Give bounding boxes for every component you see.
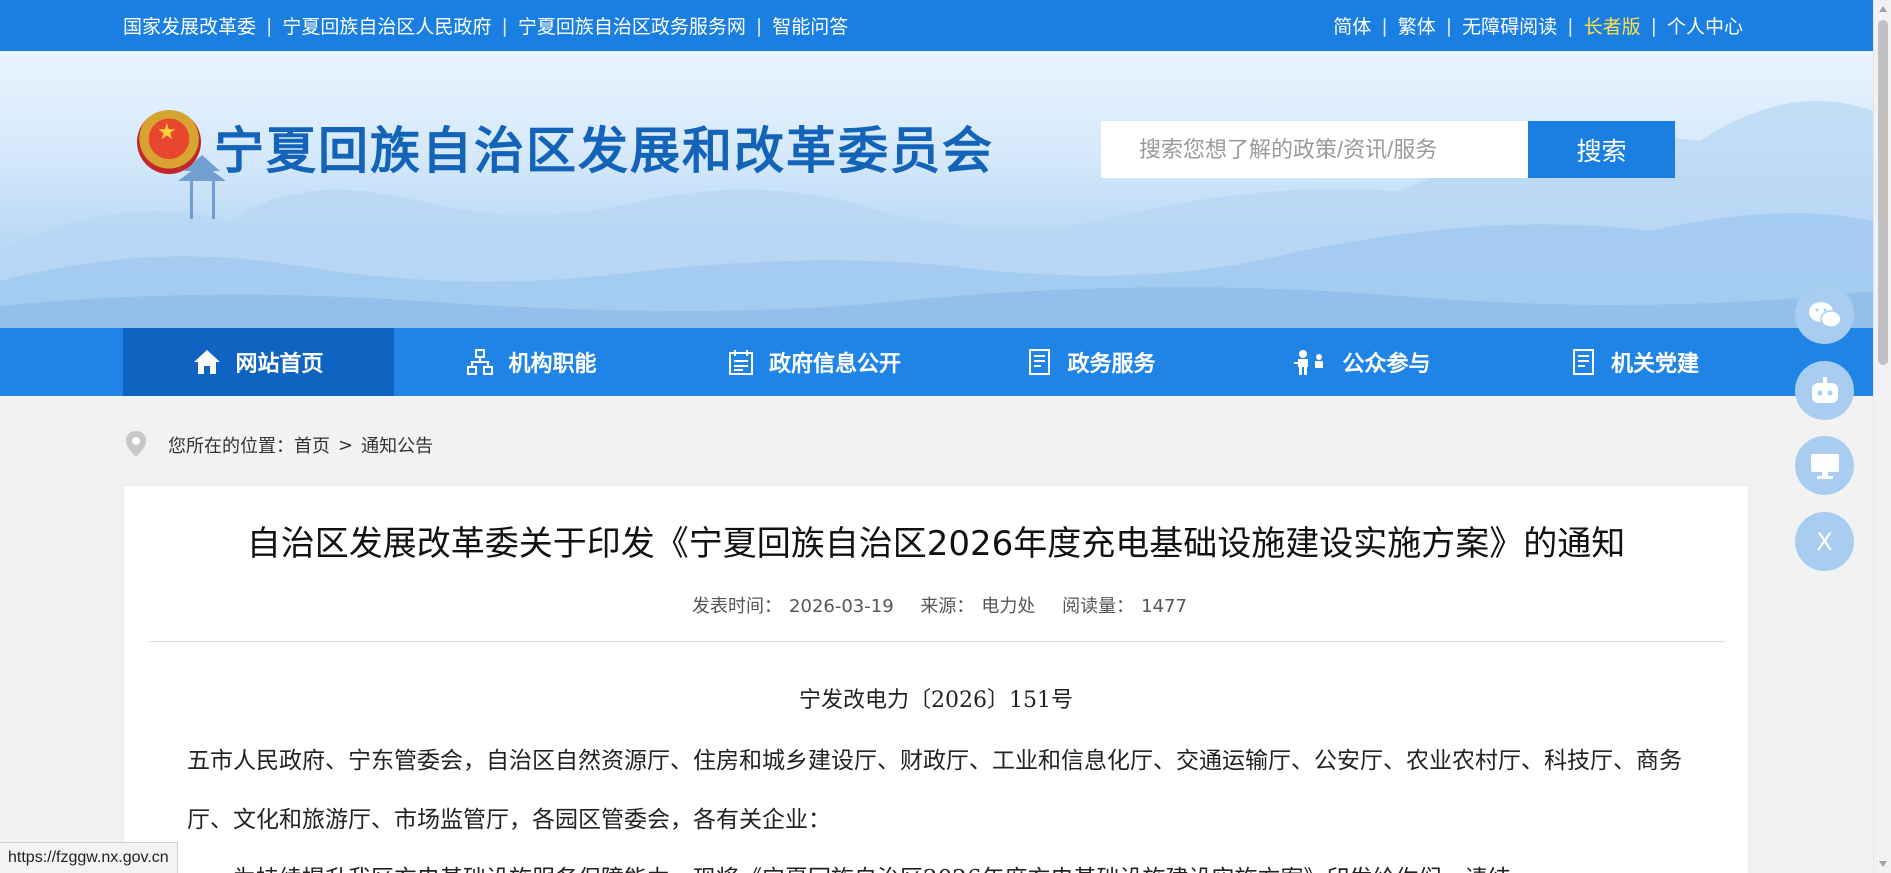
link-elder-mode[interactable]: 长者版	[1584, 12, 1641, 39]
article-title: 自治区发展改革委关于印发《宁夏回族自治区2026年度充电基础设施建设实施方案》的…	[246, 524, 1626, 564]
source-label: 来源：	[920, 596, 975, 617]
top-bar: 国家发展改革委 | 宁夏回族自治区人民政府 | 宁夏回族自治区政务服务网 | 智…	[0, 0, 1873, 51]
nav-label: 网站首页	[235, 352, 324, 377]
robot-icon	[1811, 376, 1838, 403]
link-gov-service[interactable]: 宁夏回族自治区政务服务网	[518, 12, 746, 39]
article-meta: 发表时间： 2026-03-19 来源： 电力处 阅读量： 1477	[124, 592, 1748, 618]
wechat-icon	[1808, 301, 1842, 328]
separator: |	[1567, 14, 1574, 37]
link-nx-gov[interactable]: 宁夏回族自治区人民政府	[282, 12, 491, 39]
monitor-float-button[interactable]	[1795, 436, 1854, 495]
national-emblem-icon: ★	[137, 110, 201, 174]
nav-label: 机关党建	[1610, 352, 1699, 377]
people-icon	[1294, 350, 1324, 375]
scroll-up-icon[interactable]	[1879, 6, 1887, 12]
utility-links: 简体 | 繁体 | 无障碍阅读 | 长者版 | 个人中心	[1333, 0, 1743, 51]
views-count: 1477	[1141, 596, 1187, 617]
publish-label: 发表时间：	[692, 596, 783, 617]
robot-float-button[interactable]	[1795, 361, 1854, 420]
org-chart-icon	[467, 349, 494, 375]
mountain-background	[0, 101, 1873, 328]
separator: |	[1381, 14, 1388, 37]
nav-item-party-building[interactable]: 机关党建	[1499, 328, 1771, 396]
link-accessibility[interactable]: 无障碍阅读	[1462, 12, 1557, 39]
nav-label: 政务服务	[1067, 352, 1156, 377]
nav-item-institution[interactable]: 机构职能	[394, 328, 669, 396]
body-paragraph: 为持续提升我区充电基础设施服务保障能力，现将《宁夏回族自治区2026年度充电基础…	[187, 850, 1687, 873]
calendar-doc-icon	[728, 350, 753, 375]
nav-item-public-participation[interactable]: 公众参与	[1224, 328, 1499, 396]
close-float-button[interactable]: X	[1795, 512, 1854, 571]
status-url: https://fzggw.nx.gov.cn	[0, 842, 178, 873]
site-title: 宁夏回族自治区发展和改革委员会	[214, 121, 994, 180]
wechat-float-button[interactable]	[1795, 285, 1854, 344]
nav-label: 公众参与	[1342, 352, 1431, 377]
source-value: 电力处	[981, 596, 1036, 617]
breadcrumb-current[interactable]: 通知公告	[361, 432, 433, 458]
article-body: 五市人民政府、宁东管委会，自治区自然资源厅、住房和城乡建设厅、财政厅、工业和信息…	[187, 732, 1687, 873]
link-smart-qa[interactable]: 智能问答	[772, 12, 848, 39]
separator: |	[1650, 14, 1657, 37]
separator: |	[501, 14, 508, 37]
article-card: 自治区发展改革委关于印发《宁夏回族自治区2026年度充电基础设施建设实施方案》的…	[124, 486, 1748, 873]
nav-item-gov-service[interactable]: 政务服务	[959, 328, 1224, 396]
nav-label: 机构职能	[508, 352, 597, 377]
scrollbar-thumb[interactable]	[1878, 20, 1888, 365]
breadcrumb: 您所在的位置： 首页 > 通知公告	[124, 430, 433, 460]
breadcrumb-home[interactable]: 首页	[294, 432, 330, 458]
separator: |	[755, 14, 763, 37]
nav-item-home[interactable]: 网站首页	[123, 328, 394, 396]
scroll-down-icon[interactable]	[1879, 861, 1887, 867]
document-list-icon	[1572, 349, 1594, 375]
link-personal-center[interactable]: 个人中心	[1667, 12, 1743, 39]
breadcrumb-separator: >	[338, 434, 354, 456]
publish-date: 2026-03-19	[789, 596, 894, 617]
scrollbar[interactable]	[1873, 0, 1891, 873]
separator: |	[266, 14, 273, 37]
nav-label: 政府信息公开	[768, 352, 901, 377]
views-label: 阅读量：	[1062, 596, 1135, 617]
nav-item-info-disclosure[interactable]: 政府信息公开	[669, 328, 959, 396]
close-label: X	[1816, 527, 1833, 556]
separator: |	[1445, 14, 1453, 37]
link-ndrc[interactable]: 国家发展改革委	[123, 12, 256, 39]
divider	[149, 641, 1725, 642]
search-bar: 搜索	[1101, 121, 1675, 178]
recipients-paragraph: 五市人民政府、宁东管委会，自治区自然资源厅、住房和城乡建设厅、财政厅、工业和信息…	[187, 748, 1682, 833]
link-simplified[interactable]: 简体	[1333, 12, 1371, 39]
monitor-icon	[1810, 453, 1839, 479]
external-links: 国家发展改革委 | 宁夏回族自治区人民政府 | 宁夏回族自治区政务服务网 | 智…	[123, 0, 848, 51]
search-input[interactable]	[1101, 121, 1528, 178]
document-number: 宁发改电力〔2026〕151号	[799, 688, 1073, 713]
header-banner: ★ 宁夏回族自治区发展和改革委员会 搜索	[0, 51, 1873, 328]
search-button[interactable]: 搜索	[1528, 121, 1675, 178]
home-icon	[194, 350, 221, 374]
breadcrumb-prefix: 您所在的位置：	[168, 436, 294, 457]
document-list-icon	[1029, 349, 1051, 375]
main-nav: 网站首页 机构职能 政府信息公开 政务服务 公众参与 机关党建	[0, 328, 1873, 396]
location-pin-icon	[126, 431, 146, 457]
link-traditional[interactable]: 繁体	[1398, 12, 1436, 39]
